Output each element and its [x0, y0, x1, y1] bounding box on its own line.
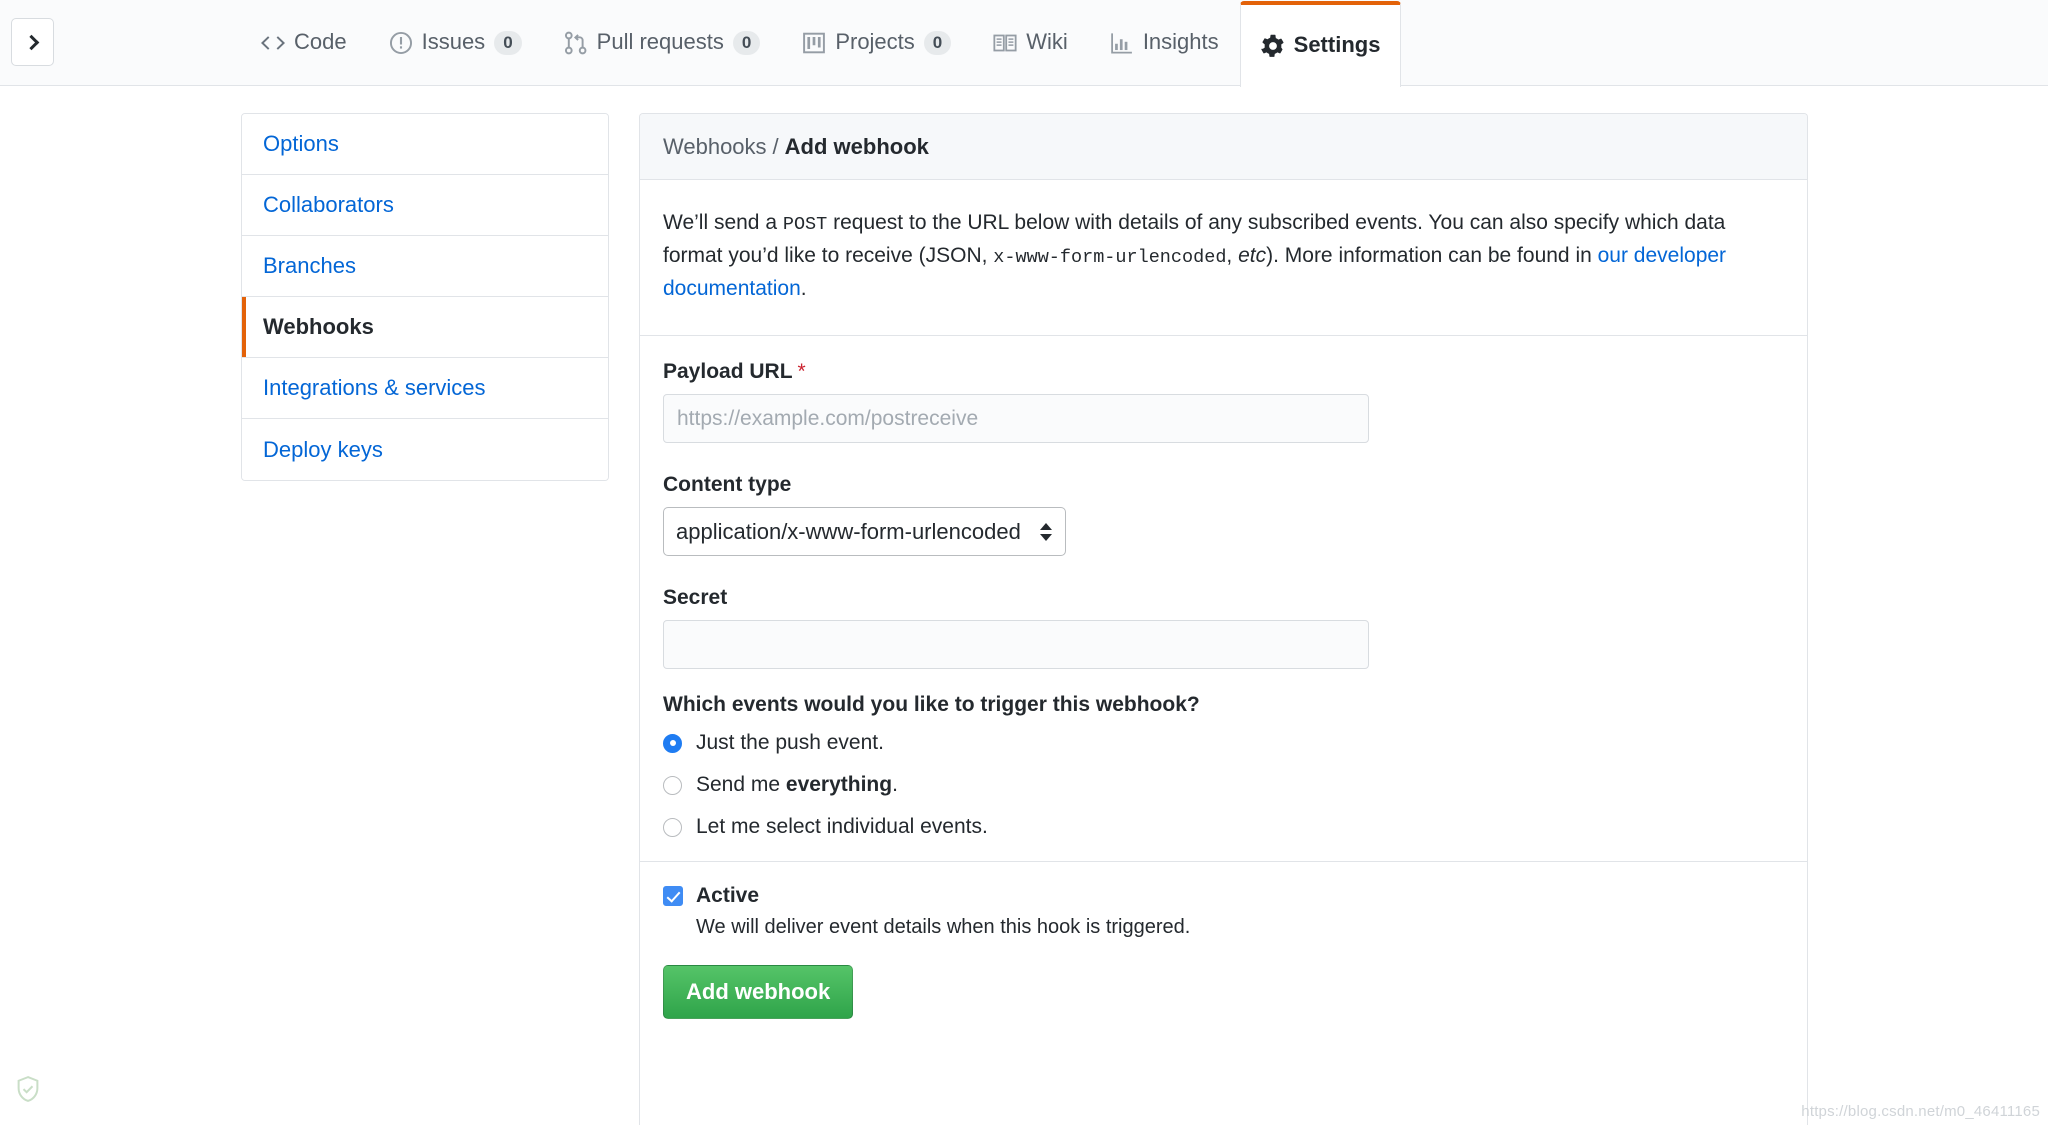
- intro-code-post: POST: [782, 214, 828, 235]
- shield-icon[interactable]: [12, 1073, 44, 1105]
- gear-icon: [1261, 34, 1285, 58]
- required-marker: *: [797, 360, 806, 384]
- active-block: Active We will deliver event details whe…: [663, 862, 1784, 939]
- radio-indicator[interactable]: [663, 775, 682, 795]
- sidebar-item-label: Integrations & services: [263, 375, 486, 400]
- git-pull-request-icon: [564, 31, 588, 55]
- content-type-label: Content type: [663, 473, 792, 497]
- sidebar-item-collaborators[interactable]: Collaborators: [242, 175, 608, 236]
- intro-part-5: .: [800, 276, 807, 300]
- intro-em-etc: etc: [1238, 243, 1267, 267]
- active-checkbox[interactable]: [663, 886, 683, 907]
- breadcrumb-separator: /: [772, 133, 779, 159]
- payload-url-input[interactable]: [663, 394, 1369, 444]
- sidebar-item-label: Collaborators: [263, 192, 394, 217]
- sidebar-item-webhooks[interactable]: Webhooks: [242, 297, 608, 358]
- page-root: Code Issues 0 Pull requests 0 Projects 0…: [0, 0, 2048, 1125]
- tab-projects-label: Projects: [835, 28, 915, 54]
- secret-input[interactable]: [663, 620, 1369, 670]
- tab-issues[interactable]: Issues 0: [368, 0, 543, 86]
- active-label: Active: [696, 884, 760, 908]
- radio-send-everything-bold: everything: [785, 773, 893, 797]
- add-webhook-button[interactable]: Add webhook: [663, 965, 854, 1020]
- webhook-intro-text: We’ll send a POST request to the URL bel…: [640, 180, 1807, 337]
- radio-just-push-event-label: Just the push event.: [696, 731, 884, 755]
- active-help-text: We will deliver event details when this …: [696, 916, 1191, 939]
- sidebar-item-options[interactable]: Options: [242, 114, 608, 175]
- secret-label: Secret: [663, 586, 728, 610]
- sidebar-item-label: Webhooks: [263, 314, 374, 339]
- sidebar-item-label: Branches: [263, 253, 356, 278]
- book-icon: [993, 31, 1017, 55]
- sidebar-item-deploy-keys[interactable]: Deploy keys: [242, 419, 608, 480]
- tab-code[interactable]: Code: [240, 0, 368, 86]
- events-question: Which events would you like to trigger t…: [663, 693, 1200, 717]
- webhook-form: Payload URL* Content type application/x-…: [640, 336, 1807, 1045]
- issue-opened-icon: [389, 31, 413, 55]
- sidebar-item-integrations-services[interactable]: Integrations & services: [242, 358, 608, 419]
- radio-send-everything-prefix: Send me: [696, 773, 786, 797]
- tab-settings[interactable]: Settings: [1239, 1, 1402, 87]
- tab-code-label: Code: [294, 28, 347, 54]
- intro-part-4: ). More information can be found in: [1266, 243, 1598, 267]
- radio-indicator[interactable]: [663, 817, 682, 837]
- radio-indicator[interactable]: [663, 733, 682, 753]
- sidebar-item-label: Options: [263, 131, 339, 156]
- watermark-text: https://blog.csdn.net/m0_46411165: [1801, 1103, 2040, 1120]
- radio-send-everything-label: Send me everything.: [696, 773, 898, 797]
- breadcrumb: Webhooks / Add webhook: [640, 114, 1807, 180]
- tab-wiki[interactable]: Wiki: [972, 0, 1089, 86]
- add-webhook-panel: Webhooks / Add webhook We’ll send a POST…: [639, 113, 1808, 1125]
- tab-settings-label: Settings: [1293, 31, 1381, 57]
- tab-pull-requests-label: Pull requests: [596, 28, 724, 54]
- tab-projects[interactable]: Projects 0: [781, 0, 972, 86]
- radio-send-everything[interactable]: Send me everything.: [663, 773, 1784, 797]
- payload-url-label: Payload URL *: [663, 360, 1784, 384]
- settings-sidebar: Options Collaborators Branches Webhooks …: [241, 113, 609, 481]
- radio-just-push-event[interactable]: Just the push event.: [663, 731, 1784, 755]
- breadcrumb-current: Add webhook: [784, 133, 929, 159]
- sidebar-item-branches[interactable]: Branches: [242, 236, 608, 297]
- graph-icon: [1110, 31, 1134, 55]
- sidebar-item-label: Deploy keys: [263, 436, 383, 462]
- intro-part-1: We’ll send a: [663, 211, 783, 234]
- radio-select-individual-events[interactable]: Let me select individual events.: [663, 815, 1784, 839]
- sidebar-expand-button[interactable]: [11, 18, 54, 66]
- content-type-select[interactable]: application/x-www-form-urlencoded: [663, 507, 1066, 557]
- tab-insights[interactable]: Insights: [1089, 0, 1240, 86]
- radio-send-everything-suffix: .: [892, 773, 898, 797]
- payload-url-label-text: Payload URL: [663, 360, 793, 384]
- code-icon: [261, 31, 285, 55]
- intro-code-urlencoded: x-www-form-urlencoded: [993, 246, 1227, 268]
- tab-insights-label: Insights: [1142, 28, 1219, 54]
- tab-wiki-label: Wiki: [1026, 28, 1068, 54]
- repo-nav-bar: Code Issues 0 Pull requests 0 Projects 0…: [0, 0, 2048, 87]
- active-checkbox-row[interactable]: Active: [663, 884, 1784, 908]
- repo-tabs: Code Issues 0 Pull requests 0 Projects 0…: [240, 0, 1402, 87]
- tab-pull-requests[interactable]: Pull requests 0: [543, 0, 782, 86]
- radio-select-individual-events-label: Let me select individual events.: [696, 815, 988, 839]
- chevron-right-icon: [23, 34, 39, 50]
- tab-issues-count: 0: [494, 30, 522, 56]
- tab-pull-requests-count: 0: [732, 30, 761, 56]
- intro-part-3: ,: [1226, 243, 1239, 267]
- project-board-icon: [802, 31, 826, 55]
- tab-issues-label: Issues: [421, 28, 486, 54]
- breadcrumb-parent[interactable]: Webhooks: [663, 134, 767, 160]
- tab-projects-count: 0: [923, 30, 952, 56]
- content-type-selected-value: application/x-www-form-urlencoded: [676, 518, 1021, 544]
